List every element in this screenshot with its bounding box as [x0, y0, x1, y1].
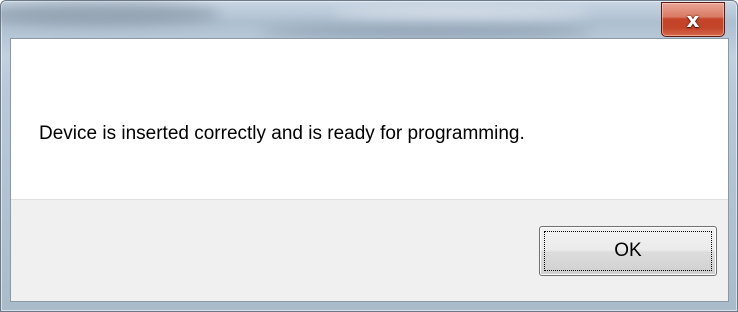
- ok-button[interactable]: OK: [539, 226, 717, 276]
- ok-button-label: OK: [614, 240, 642, 261]
- title-bar-glass-streak: [1, 3, 221, 25]
- dialog-message: Device is inserted correctly and is read…: [39, 123, 525, 144]
- dialog-client-area: Device is inserted correctly and is read…: [10, 38, 729, 302]
- close-x-icon: x: [686, 7, 700, 32]
- title-bar-glass-streak: [261, 25, 591, 39]
- message-dialog-window: x Device is inserted correctly and is re…: [0, 0, 738, 312]
- message-area: Device is inserted correctly and is read…: [11, 39, 728, 199]
- title-bar-glass-streak: [331, 9, 591, 19]
- close-button[interactable]: x: [661, 2, 725, 37]
- dialog-button-bar: OK: [11, 199, 728, 301]
